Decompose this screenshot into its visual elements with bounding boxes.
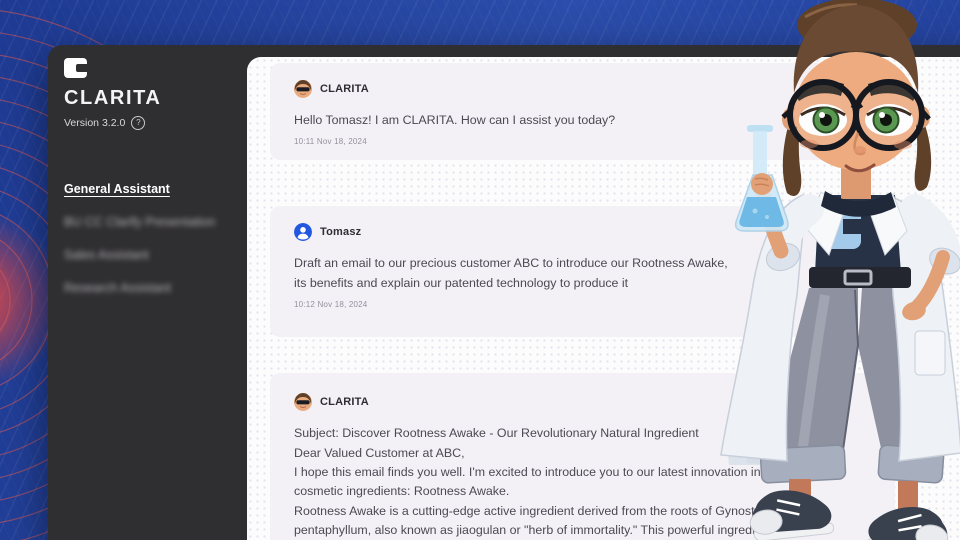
sidebar-item-general-assistant[interactable]: General Assistant: [64, 182, 247, 196]
clarita-logo-icon: [64, 58, 87, 78]
sidebar-item-blurred-1[interactable]: BU CC Clarify Presentation: [64, 215, 247, 229]
app-window: CLARITA Version 3.2.0 ? General Assistan…: [48, 45, 960, 540]
message-timestamp: 10:11 Nov 18, 2024: [294, 137, 367, 147]
sender-name: CLARITA: [320, 396, 369, 409]
sidebar: CLARITA Version 3.2.0 ? General Assistan…: [48, 45, 247, 540]
assistant-nav: General Assistant BU CC Clarify Presenta…: [64, 182, 247, 295]
chat-message-assistant: CLARITA Hello Tomasz! I am CLARITA. How …: [270, 63, 895, 161]
chat-message-assistant: CLARITA Subject: Discover Rootness Awake…: [270, 373, 895, 540]
chat-message-user: Tomasz Draft an email to our precious cu…: [270, 206, 895, 338]
sender-name: Tomasz: [320, 226, 362, 239]
app-title: CLARITA: [64, 87, 162, 109]
message-text: Draft an email to our precious customer …: [294, 256, 728, 290]
sidebar-item-blurred-3[interactable]: Research Assistant: [64, 281, 247, 295]
message-text: Hello Tomasz! I am CLARITA. How can I as…: [294, 113, 616, 127]
sender-name: CLARITA: [320, 83, 369, 95]
sidebar-item-blurred-2[interactable]: Sales Assistant: [64, 248, 247, 262]
clarita-avatar-icon: [294, 393, 312, 412]
message-text: Subject: Discover Rootness Awake - Our R…: [294, 426, 807, 538]
message-timestamp: 10:12 Nov 18, 2024: [294, 300, 368, 310]
clarita-avatar-icon: [294, 80, 312, 98]
chat-scroll-area[interactable]: CLARITA Hello Tomasz! I am CLARITA. How …: [247, 57, 960, 540]
user-avatar-icon: [294, 223, 312, 242]
help-icon[interactable]: ?: [131, 116, 146, 130]
version-label: Version 3.2.0: [64, 117, 126, 129]
